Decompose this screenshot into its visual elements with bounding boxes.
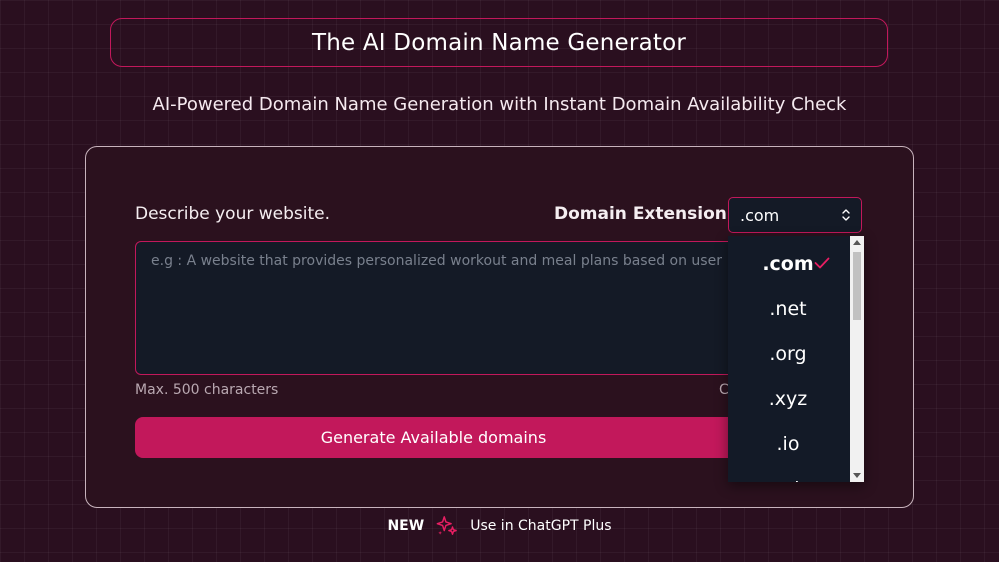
extension-option-label: .io xyxy=(776,432,800,455)
extension-option[interactable]: .com xyxy=(728,241,848,286)
scroll-up-icon[interactable] xyxy=(853,240,861,245)
footer: NEW Use in ChatGPT Plus xyxy=(0,515,999,537)
extension-option[interactable]: .net xyxy=(728,286,848,331)
extension-option-label: .xyz xyxy=(768,387,808,410)
extension-option-list: .com .net .org .xyz .io .ai xyxy=(728,241,848,482)
new-badge: NEW xyxy=(387,518,425,534)
extension-option-label: .com xyxy=(762,252,814,275)
scroll-thumb[interactable] xyxy=(853,252,861,320)
extension-option[interactable]: .xyz xyxy=(728,376,848,421)
page-title: The AI Domain Name Generator xyxy=(311,29,687,56)
use-in-chatgpt-link[interactable]: Use in ChatGPT Plus xyxy=(470,518,611,534)
extension-option-label: .ai xyxy=(777,478,800,483)
extension-option[interactable]: .ai xyxy=(728,466,848,483)
domain-extension-select[interactable]: .com xyxy=(728,197,862,233)
check-icon xyxy=(814,257,830,269)
page-subtitle: AI-Powered Domain Name Generation with I… xyxy=(152,94,847,115)
max-chars-note: Max. 500 characters xyxy=(135,382,279,398)
dropdown-scrollbar[interactable] xyxy=(850,236,864,482)
extension-option-label: .net xyxy=(769,297,807,320)
chevron-updown-icon xyxy=(842,209,850,221)
sparkle-icon xyxy=(436,516,458,535)
website-description-input[interactable] xyxy=(135,241,755,375)
describe-label: Describe your website. xyxy=(135,204,331,224)
extension-dropdown[interactable]: .com .net .org .xyz .io .ai xyxy=(728,236,864,482)
extension-option[interactable]: .io xyxy=(728,421,848,466)
extension-option-label: .org xyxy=(769,342,807,365)
scroll-down-icon[interactable] xyxy=(853,473,861,478)
domain-extension-value: .com xyxy=(740,205,780,225)
domain-extension-label: Domain Extension xyxy=(554,204,727,224)
title-box: The AI Domain Name Generator xyxy=(110,18,888,67)
extension-option[interactable]: .org xyxy=(728,331,848,376)
